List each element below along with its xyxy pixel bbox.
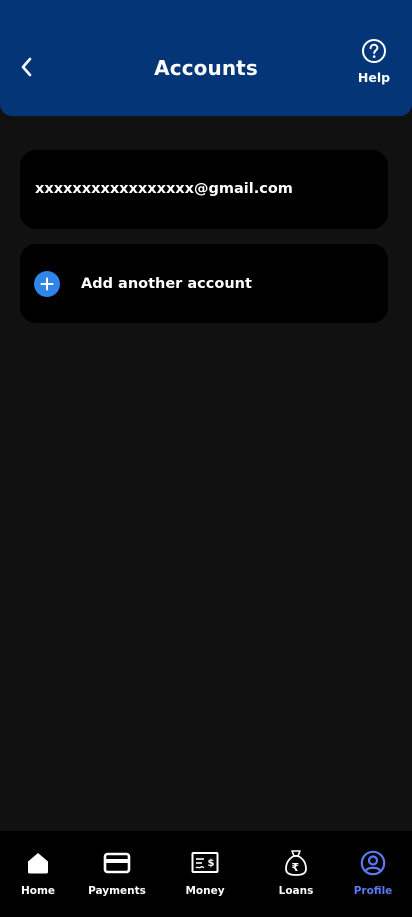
svg-text:₹: ₹ <box>292 861 300 874</box>
app-header: Accounts Help <box>0 0 412 116</box>
plus-icon <box>34 270 60 297</box>
page-title: Accounts <box>154 56 258 80</box>
rupee-bag-icon: ₹ <box>282 849 310 877</box>
cheque-icon: $ <box>191 849 219 877</box>
profile-icon <box>359 849 387 877</box>
nav-item-loans[interactable]: ₹ Loans <box>256 849 336 911</box>
card-icon <box>103 849 131 877</box>
svg-text:$: $ <box>208 858 215 869</box>
nav-item-payments[interactable]: Payments <box>77 849 157 911</box>
nav-label-payments: Payments <box>88 885 146 897</box>
nav-item-home[interactable]: Home <box>0 849 78 911</box>
nav-item-profile[interactable]: Profile <box>333 849 412 911</box>
add-account-button[interactable]: Add another account <box>20 244 388 323</box>
account-card[interactable]: xxxxxxxxxxxxxxxxx@gmail.com <box>20 150 388 229</box>
add-account-label: Add another account <box>81 275 252 292</box>
home-icon <box>24 849 52 877</box>
bottom-nav: Home Payments $ Money ₹ Loans Profile <box>0 831 412 917</box>
help-icon <box>362 39 386 63</box>
account-email: xxxxxxxxxxxxxxxxx@gmail.com <box>35 180 293 197</box>
nav-label-profile: Profile <box>353 885 393 897</box>
nav-item-money[interactable]: $ Money <box>165 849 245 911</box>
nav-label-money: Money <box>185 885 225 897</box>
help-label: Help <box>357 70 391 85</box>
nav-label-loans: Loans <box>278 885 314 897</box>
help-button[interactable]: Help <box>352 38 396 94</box>
nav-label-home: Home <box>20 885 56 897</box>
accounts-screen: Accounts Help xxxxxxxxxxxxxxxxx@gmail.co… <box>0 0 412 917</box>
